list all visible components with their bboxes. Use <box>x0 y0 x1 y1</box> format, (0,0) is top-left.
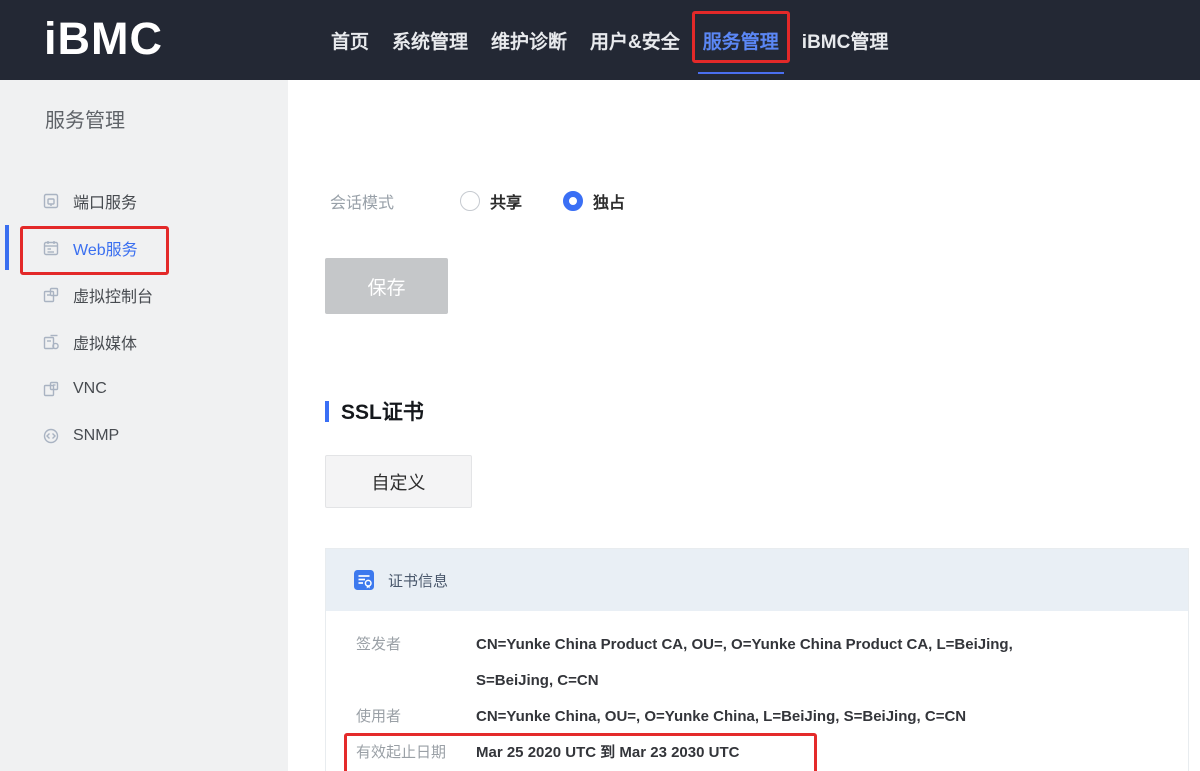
sidebar-title: 服务管理 <box>45 104 125 133</box>
certificate-panel-title: 证书信息 <box>388 570 448 591</box>
radio-unselected-icon[interactable] <box>460 191 480 211</box>
nav-item-service-mgmt[interactable]: 服务管理 <box>703 27 779 54</box>
sidebar: 服务管理 端口服务 Web服务 <box>0 80 288 771</box>
save-button[interactable]: 保存 <box>325 258 448 314</box>
sidebar-item-label: 端口服务 <box>73 189 137 213</box>
sidebar-item-label: SNMP <box>73 427 119 445</box>
nav-item-system-mgmt[interactable]: 系统管理 <box>392 27 468 54</box>
radio-option-shared[interactable]: 共享 <box>460 189 522 213</box>
cert-row-label: 有效起止日期 <box>356 735 476 771</box>
session-mode-row: 会话模式 共享 独占 <box>330 183 625 219</box>
app-logo: iBMC <box>44 0 163 78</box>
nav-item-system-mgmt-label: 系统管理 <box>392 32 468 53</box>
cert-row-subject: 使用者 CN=Yunke China, OU=, O=Yunke China, … <box>356 699 1158 735</box>
main-content: 会话模式 共享 独占 保存 SSL证书 自定义 <box>288 80 1200 771</box>
nav-item-home[interactable]: 首页 <box>331 27 369 54</box>
cert-row-validity: 有效起止日期 Mar 25 2020 UTC 到 Mar 23 2030 UTC <box>356 735 1158 771</box>
sidebar-item-label: VNC <box>73 380 107 398</box>
ssl-section-title: SSL证书 <box>325 396 424 426</box>
certificate-panel: 证书信息 签发者 CN=Yunke China Product CA, OU=,… <box>325 548 1189 771</box>
sidebar-item-virtual-media[interactable]: 虚拟媒体 <box>0 318 288 365</box>
sidebar-item-vnc[interactable]: VNC <box>0 365 288 412</box>
radio-option-exclusive[interactable]: 独占 <box>563 189 625 213</box>
snmp-icon <box>42 427 60 445</box>
page: iBMC 首页 系统管理 维护诊断 用户&安全 服务管理 iBMC管理 服务管 <box>0 0 1200 771</box>
cert-row-value: CN=Yunke China Product CA, OU=, O=Yunke … <box>476 627 1013 699</box>
vnc-icon <box>42 380 60 398</box>
nav-item-ibmc-mgmt-label: iBMC管理 <box>802 32 889 53</box>
cert-row-value: Mar 25 2020 UTC 到 Mar 23 2030 UTC <box>476 735 739 771</box>
sidebar-item-label: Web服务 <box>73 236 138 260</box>
port-service-icon <box>42 192 60 210</box>
section-accent-bar <box>325 401 329 422</box>
sidebar-item-label: 虚拟媒体 <box>73 330 137 354</box>
virtual-media-icon <box>42 333 60 351</box>
nav-item-user-security[interactable]: 用户&安全 <box>590 27 680 54</box>
nav-item-service-mgmt-label: 服务管理 <box>703 32 779 53</box>
cert-row-issuer: 签发者 CN=Yunke China Product CA, OU=, O=Yu… <box>356 627 1158 699</box>
nav-item-maintenance-label: 维护诊断 <box>491 32 567 53</box>
nav-item-home-label: 首页 <box>331 32 369 53</box>
radio-option-exclusive-label: 独占 <box>593 189 625 213</box>
web-service-icon <box>42 239 60 257</box>
certificate-panel-header: 证书信息 <box>326 549 1188 611</box>
radio-option-shared-label: 共享 <box>490 189 522 213</box>
session-mode-label: 会话模式 <box>330 189 394 213</box>
radio-selected-icon[interactable] <box>563 191 583 211</box>
cert-row-label: 使用者 <box>356 699 476 735</box>
certificate-panel-body: 签发者 CN=Yunke China Product CA, OU=, O=Yu… <box>326 611 1188 771</box>
sidebar-item-virtual-console[interactable]: 虚拟控制台 <box>0 271 288 318</box>
ssl-section-title-text: SSL证书 <box>341 396 424 426</box>
nav-item-user-security-label: 用户&安全 <box>590 32 680 53</box>
top-header: iBMC 首页 系统管理 维护诊断 用户&安全 服务管理 iBMC管理 <box>0 0 1200 80</box>
sidebar-item-snmp[interactable]: SNMP <box>0 412 288 459</box>
sidebar-item-label: 虚拟控制台 <box>73 283 153 307</box>
customize-button[interactable]: 自定义 <box>325 455 472 508</box>
sidebar-item-web-service[interactable]: Web服务 <box>0 224 288 271</box>
cert-row-label: 签发者 <box>356 627 476 663</box>
certificate-icon <box>353 569 375 591</box>
sidebar-item-port-service[interactable]: 端口服务 <box>0 177 288 224</box>
sidebar-menu: 端口服务 Web服务 虚拟控制台 <box>0 177 288 459</box>
nav-item-ibmc-mgmt[interactable]: iBMC管理 <box>802 27 889 54</box>
content-row: 服务管理 端口服务 Web服务 <box>0 80 1200 771</box>
nav-item-maintenance[interactable]: 维护诊断 <box>491 27 567 54</box>
virtual-console-icon <box>42 286 60 304</box>
cert-row-value: CN=Yunke China, OU=, O=Yunke China, L=Be… <box>476 699 966 735</box>
top-nav: 首页 系统管理 维护诊断 用户&安全 服务管理 iBMC管理 <box>331 0 888 80</box>
